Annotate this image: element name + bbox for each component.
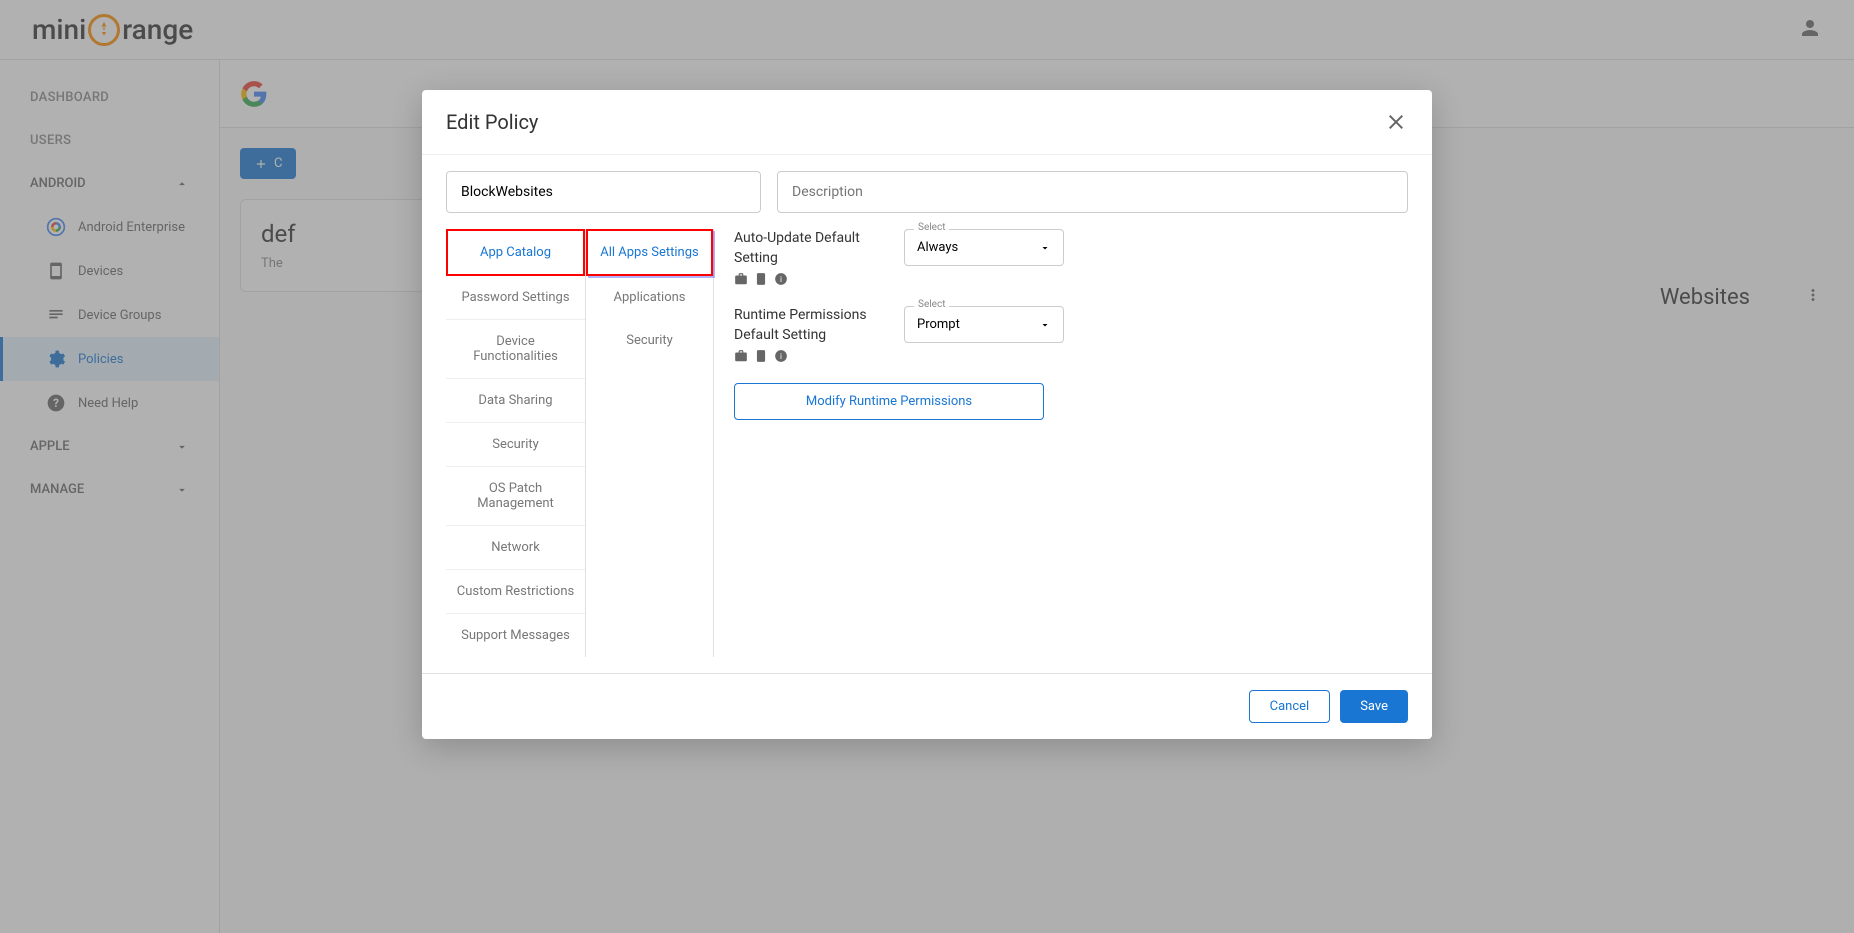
briefcase-icon <box>734 349 748 363</box>
tab-network[interactable]: Network <box>446 526 585 570</box>
select-label: Select <box>914 299 949 310</box>
tab-data-sharing[interactable]: Data Sharing <box>446 379 585 423</box>
subtab-all-apps[interactable]: All Apps Settings <box>586 229 713 276</box>
cancel-button[interactable]: Cancel <box>1249 690 1331 723</box>
setting-label: Runtime Permissions Default Setting i <box>734 306 884 363</box>
modal-inputs <box>422 155 1432 213</box>
select-label: Select <box>914 222 949 233</box>
secondary-tabs: All Apps Settings Applications Security <box>586 229 714 657</box>
tab-custom-restrictions[interactable]: Custom Restrictions <box>446 570 585 614</box>
chevron-down-icon <box>1039 242 1051 254</box>
modal-overlay: Edit Policy App Catalog Password Setting… <box>0 0 1854 933</box>
auto-update-select[interactable]: Select Always <box>904 229 1064 266</box>
chevron-down-icon <box>1039 319 1051 331</box>
phone-icon <box>754 272 768 286</box>
modal-footer: Cancel Save <box>422 673 1432 739</box>
primary-tabs: App Catalog Password Settings Device Fun… <box>446 229 586 657</box>
select-value: Prompt <box>917 317 960 332</box>
close-icon[interactable] <box>1384 110 1408 134</box>
modal-content: App Catalog Password Settings Device Fun… <box>422 213 1432 673</box>
info-icon[interactable]: i <box>774 272 788 286</box>
briefcase-icon <box>734 272 748 286</box>
select-value: Always <box>917 240 958 255</box>
setting-auto-update: Auto-Update Default Setting i Select Alw… <box>734 229 1388 286</box>
policy-name-input[interactable] <box>446 171 761 213</box>
tab-os-patch[interactable]: OS Patch Management <box>446 467 585 526</box>
policy-description-input[interactable] <box>777 171 1408 213</box>
setting-runtime-permissions: Runtime Permissions Default Setting i Se… <box>734 306 1388 363</box>
svg-text:i: i <box>780 351 782 361</box>
svg-text:i: i <box>780 274 782 284</box>
modify-runtime-button[interactable]: Modify Runtime Permissions <box>734 383 1044 420</box>
modal-title: Edit Policy <box>446 110 538 134</box>
save-button[interactable]: Save <box>1340 690 1408 723</box>
setting-label: Auto-Update Default Setting i <box>734 229 884 286</box>
edit-policy-modal: Edit Policy App Catalog Password Setting… <box>422 90 1432 739</box>
info-icon[interactable]: i <box>774 349 788 363</box>
subtab-security[interactable]: Security <box>586 319 713 362</box>
modal-header: Edit Policy <box>422 90 1432 155</box>
tab-support-messages[interactable]: Support Messages <box>446 614 585 657</box>
runtime-select[interactable]: Select Prompt <box>904 306 1064 343</box>
subtab-applications[interactable]: Applications <box>586 276 713 319</box>
tab-device-functionalities[interactable]: Device Functionalities <box>446 320 585 379</box>
tab-password-settings[interactable]: Password Settings <box>446 276 585 320</box>
settings-area: Auto-Update Default Setting i Select Alw… <box>714 229 1408 657</box>
tab-security[interactable]: Security <box>446 423 585 467</box>
phone-icon <box>754 349 768 363</box>
tab-app-catalog[interactable]: App Catalog <box>446 229 585 276</box>
